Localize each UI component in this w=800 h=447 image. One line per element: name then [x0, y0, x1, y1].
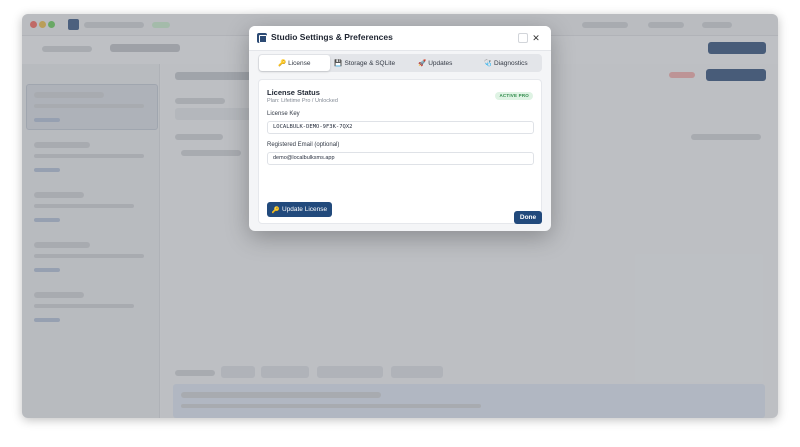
key-icon: 🔑 — [271, 206, 280, 214]
registered-email-input[interactable]: demo@localbulksms.app — [267, 152, 534, 165]
tab-updates[interactable]: 🚀 Updates — [400, 55, 471, 71]
license-plan-text: Plan: Lifetime Pro / Unlocked — [267, 98, 338, 104]
floppy-disk-icon: 💾 — [334, 60, 343, 67]
update-license-label: Update License — [281, 206, 328, 213]
tab-label: Storage & SQLite — [344, 59, 396, 67]
dialog-title: Studio Settings & Preferences — [271, 32, 393, 42]
expand-icon[interactable] — [518, 33, 528, 43]
license-key-input[interactable]: LOCALBULK-DEMO-9F3K-7QX2 — [267, 121, 534, 134]
update-license-button[interactable]: 🔑 Update License — [267, 202, 332, 217]
tab-label: License — [288, 59, 311, 67]
app-settings-icon — [257, 33, 267, 43]
registered-email-label: Registered Email (optional) — [267, 142, 340, 148]
rocket-icon: 🚀 — [418, 60, 427, 67]
license-panel: License Status Plan: Lifetime Pro / Unlo… — [258, 79, 542, 224]
license-status-title: License Status — [267, 88, 320, 97]
license-key-label: License Key — [267, 111, 300, 117]
status-badge: ACTIVE PRO — [495, 92, 533, 100]
settings-dialog: Studio Settings & Preferences ✕ 🔑 Licens… — [249, 26, 551, 231]
tab-storage[interactable]: 💾 Storage & SQLite — [330, 55, 401, 71]
stethoscope-icon: 🩺 — [483, 60, 492, 67]
key-icon: 🔑 — [278, 60, 287, 67]
close-icon[interactable]: ✕ — [531, 33, 541, 43]
tab-diagnostics[interactable]: 🩺 Diagnostics — [471, 55, 542, 71]
settings-tabs: 🔑 License 💾 Storage & SQLite 🚀 Updates 🩺… — [258, 54, 542, 72]
tab-label: Updates — [428, 59, 453, 67]
tab-label: Diagnostics — [493, 59, 528, 67]
done-button[interactable]: Done — [514, 211, 542, 224]
tab-license[interactable]: 🔑 License — [259, 55, 330, 71]
dialog-header: Studio Settings & Preferences ✕ — [249, 26, 551, 51]
